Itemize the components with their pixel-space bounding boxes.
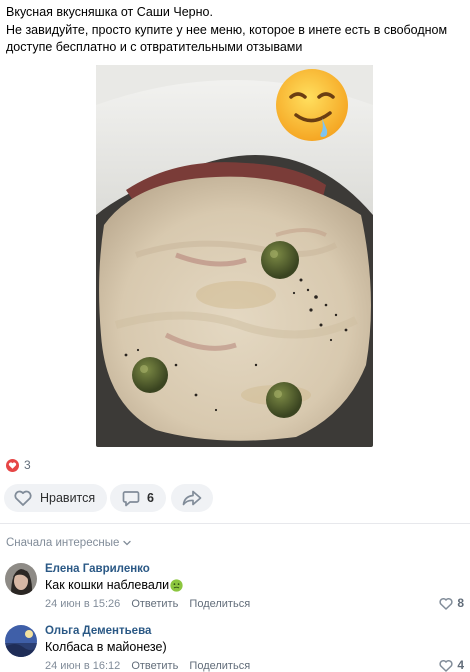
chevron-down-icon — [123, 540, 132, 546]
comment-meta: 24 июн в 15:26 Ответить Поделиться — [45, 598, 258, 610]
comment-like-button[interactable]: 4 — [439, 658, 464, 672]
comment-text: Как кошки наблевали — [45, 578, 183, 592]
comment-like-button[interactable]: 8 — [439, 596, 464, 610]
comment-author[interactable]: Елена Гавриленко — [45, 563, 150, 575]
heart-icon — [6, 458, 19, 472]
share-button[interactable] — [171, 484, 213, 512]
post-text-line-1: Вкусная вкусняшка от Саши Черно. — [6, 5, 213, 19]
comment-button[interactable]: 6 — [110, 484, 166, 512]
avatar[interactable] — [5, 563, 37, 595]
comments-count: 6 — [147, 491, 154, 505]
comment-date: 24 июн в 15:26 — [45, 598, 121, 610]
reactions-summary[interactable]: 3 — [6, 458, 31, 472]
sort-label: Сначала интересные — [6, 537, 120, 549]
like-button[interactable]: Нравится — [4, 484, 108, 512]
share-comment-button[interactable]: Поделиться — [189, 660, 250, 672]
drooling-face-icon — [274, 67, 350, 143]
comment-icon — [122, 490, 140, 506]
heart-outline-icon — [439, 597, 453, 610]
share-arrow-icon — [182, 490, 202, 506]
divider — [0, 523, 470, 524]
share-comment-button[interactable]: Поделиться — [189, 598, 250, 610]
like-label: Нравится — [40, 491, 96, 505]
comment-author[interactable]: Ольга Дементьева — [45, 625, 151, 637]
heart-outline-icon — [14, 490, 32, 506]
comment-likes-count: 4 — [457, 658, 464, 672]
avatar[interactable] — [5, 625, 37, 657]
reactions-count: 3 — [24, 458, 31, 472]
comment-likes-count: 8 — [457, 596, 464, 610]
reply-button[interactable]: Ответить — [131, 660, 178, 672]
reply-button[interactable]: Ответить — [131, 598, 178, 610]
comments-sort-dropdown[interactable]: Сначала интересные — [6, 537, 132, 549]
comment-meta: 24 июн в 16:12 Ответить Поделиться — [45, 660, 258, 672]
comment-date: 24 июн в 16:12 — [45, 660, 121, 672]
post-text: Вкусная вкусняшка от Саши Черно. Не зави… — [6, 4, 461, 57]
comment-text-content: Колбаса в майонезе) — [45, 640, 167, 654]
comment-text-content: Как кошки наблевали — [45, 578, 170, 592]
nauseated-face-icon — [170, 578, 183, 592]
comment-text: Колбаса в майонезе) — [45, 640, 167, 654]
post-text-line-2: Не завидуйте, просто купите у нее меню, … — [6, 22, 448, 55]
heart-outline-icon — [439, 659, 453, 672]
